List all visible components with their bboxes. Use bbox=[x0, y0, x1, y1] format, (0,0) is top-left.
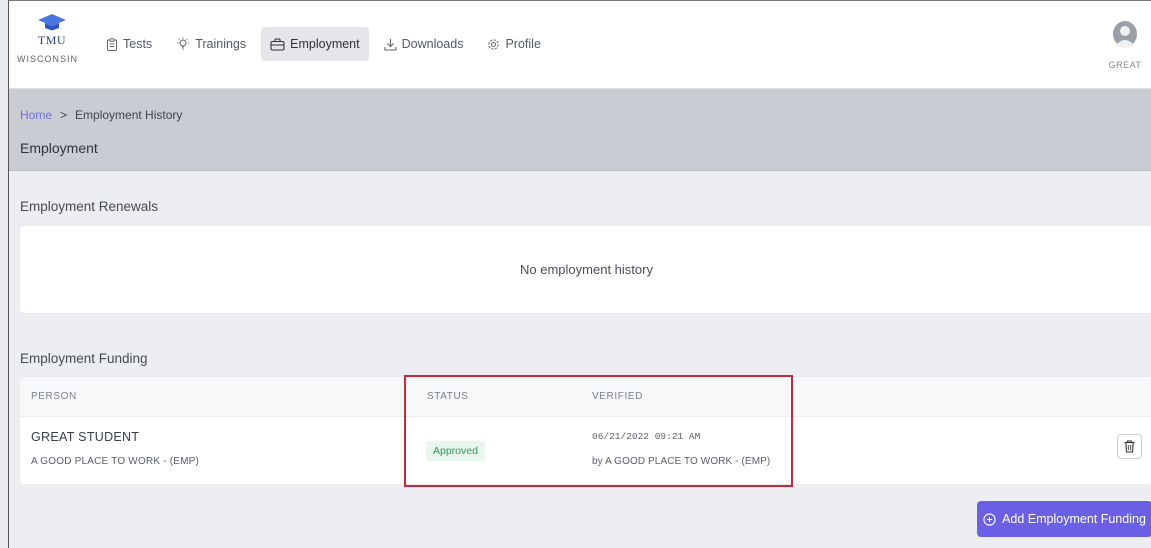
user-menu[interactable]: GREAT bbox=[1103, 21, 1147, 70]
avatar-icon bbox=[1113, 21, 1137, 48]
delete-row-button[interactable] bbox=[1117, 434, 1142, 459]
nav-label: Tests bbox=[123, 37, 153, 51]
add-button-label: Add Employment Funding bbox=[1002, 512, 1146, 526]
nav-label: Employment bbox=[290, 37, 360, 51]
person-employer: A GOOD PLACE TO WORK - (EMP) bbox=[31, 456, 200, 467]
column-header-status: STATUS bbox=[427, 391, 469, 402]
clipboard-icon bbox=[107, 37, 117, 51]
nav-label: Trainings bbox=[195, 37, 247, 51]
renewals-card: No employment history bbox=[20, 226, 1151, 313]
breadcrumb: Home > Employment History bbox=[20, 108, 182, 122]
brand-state: WISCONSIN bbox=[17, 54, 79, 64]
download-icon bbox=[384, 38, 397, 51]
funding-table: PERSON STATUS VERIFIED GREAT STUDENT A G… bbox=[20, 377, 1151, 484]
breadcrumb-current: Employment History bbox=[75, 108, 183, 122]
brand-logo[interactable]: TMU WISCONSIN bbox=[17, 13, 87, 79]
funding-section-title: Employment Funding bbox=[20, 351, 148, 366]
lightbulb-icon bbox=[177, 37, 190, 50]
nav-item-tests[interactable]: Tests bbox=[97, 27, 161, 61]
plus-circle-icon bbox=[983, 512, 996, 526]
top-navbar: TMU WISCONSIN Tests Trainings Employment… bbox=[9, 1, 1151, 89]
nav-item-employment[interactable]: Employment bbox=[261, 27, 369, 61]
graduation-cap-icon bbox=[38, 14, 66, 31]
nav-item-downloads[interactable]: Downloads bbox=[375, 27, 473, 61]
status-badge: Approved bbox=[426, 441, 485, 461]
nav-label: Downloads bbox=[401, 37, 464, 51]
column-header-verified: VERIFIED bbox=[592, 391, 643, 402]
table-header: PERSON STATUS VERIFIED bbox=[20, 377, 1151, 417]
renewals-section-title: Employment Renewals bbox=[20, 199, 159, 214]
nav-label: Profile bbox=[505, 37, 541, 51]
gear-icon bbox=[488, 38, 500, 50]
briefcase-icon bbox=[270, 37, 285, 51]
user-label: GREAT bbox=[1108, 60, 1142, 70]
person-name: GREAT STUDENT bbox=[31, 430, 140, 444]
breadcrumb-home-link[interactable]: Home bbox=[20, 108, 52, 122]
nav-item-trainings[interactable]: Trainings bbox=[167, 27, 255, 61]
verified-by: by A GOOD PLACE TO WORK - (EMP) bbox=[592, 456, 771, 467]
page-title: Employment bbox=[20, 140, 98, 156]
main-nav: Tests Trainings Employment Downloads Pro… bbox=[97, 27, 556, 61]
breadcrumb-separator: > bbox=[60, 108, 68, 122]
trash-icon bbox=[1124, 440, 1135, 453]
nav-item-profile[interactable]: Profile bbox=[478, 27, 549, 61]
add-employment-funding-button[interactable]: Add Employment Funding bbox=[977, 501, 1151, 537]
renewals-empty-message: No employment history bbox=[520, 262, 653, 277]
verified-date: 06/21/2022 09:21 AM bbox=[592, 431, 701, 442]
app-frame: TMU WISCONSIN Tests Trainings Employment… bbox=[8, 0, 1151, 548]
brand-name: TMU bbox=[37, 33, 67, 47]
column-header-person: PERSON bbox=[31, 391, 77, 402]
page-header: Home > Employment History Employment bbox=[9, 89, 1151, 171]
